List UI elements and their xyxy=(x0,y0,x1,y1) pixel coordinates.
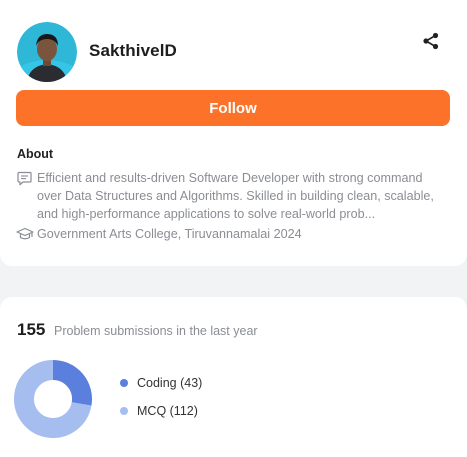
education-text: Government Arts College, Tiruvannamalai … xyxy=(37,227,302,241)
avatar[interactable] xyxy=(17,22,77,82)
graduation-cap-icon xyxy=(16,226,34,242)
message-icon xyxy=(17,171,32,186)
submission-count: 155 xyxy=(17,320,46,339)
username: SakthivelD xyxy=(89,41,177,60)
submission-label: Problem submissions in the last year xyxy=(54,324,258,338)
legend-dot-coding xyxy=(120,379,128,387)
legend-label-mcq: MCQ (112) xyxy=(137,404,198,418)
submissions-donut-chart xyxy=(14,360,92,438)
legend-item-coding: Coding (43) xyxy=(120,376,202,390)
bio-text: Efficient and results-driven Software De… xyxy=(37,171,434,221)
legend-item-mcq: MCQ (112) xyxy=(120,404,198,418)
share-icon[interactable] xyxy=(421,31,441,51)
profile-card: SakthivelD Follow About Efficient and re… xyxy=(0,0,467,266)
donut-slice-coding xyxy=(52,360,92,406)
legend-label-coding: Coding (43) xyxy=(137,376,203,390)
follow-button[interactable]: Follow xyxy=(16,90,450,126)
legend-dot-mcq xyxy=(120,407,128,415)
about-heading: About xyxy=(17,147,54,161)
